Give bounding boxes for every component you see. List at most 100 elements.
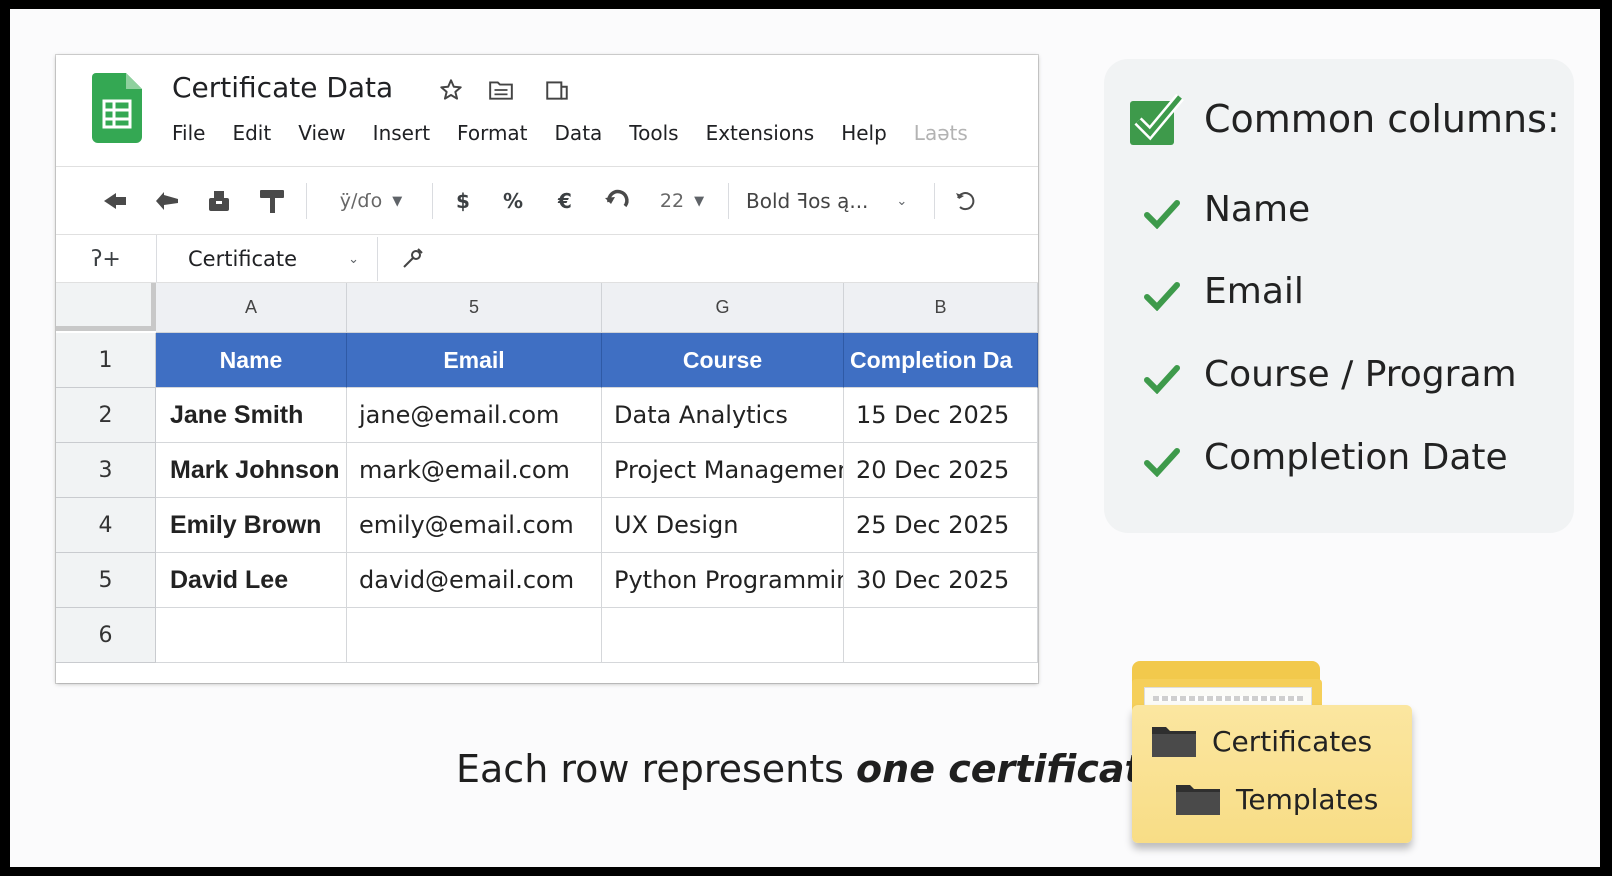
table-cell[interactable]: David Lee: [156, 553, 347, 608]
redo-icon[interactable]: [152, 167, 182, 235]
function-icon[interactable]: [400, 247, 424, 271]
chevron-down-icon: ▼: [392, 193, 403, 209]
column-item-completion-date: Completion Date: [1204, 437, 1508, 478]
folder-label: Templates: [1236, 782, 1379, 816]
table-cell[interactable]: david@email.com: [347, 553, 602, 608]
menu-edit[interactable]: Edit: [232, 121, 271, 145]
caption-emphasis: one certificate: [856, 747, 1169, 791]
name-box-value: Certificate: [188, 247, 298, 271]
table-cell[interactable]: 20 Dec 2025: [844, 443, 1038, 498]
folder-label: Certificates: [1212, 724, 1373, 758]
row-header-5[interactable]: 5: [56, 553, 156, 608]
table-cell[interactable]: 25 Dec 2025: [844, 498, 1038, 553]
table-cell[interactable]: [844, 608, 1038, 663]
euro-format-button[interactable]: €: [550, 167, 580, 235]
table-cell[interactable]: Jane Smith: [156, 388, 347, 443]
toolbar-separator: [306, 183, 307, 219]
toolbar: ÿ∕ɗo ▼ $ % € 22 ▼ Bold ꟻos ą... ⌄: [56, 167, 1038, 235]
header-cell-completion-date[interactable]: Completion Da: [844, 333, 1038, 388]
undo-icon[interactable]: [100, 167, 130, 235]
chevron-down-icon: ▼: [694, 193, 705, 209]
folder-front: Certificates Templates: [1132, 705, 1412, 843]
row-header-6[interactable]: 6: [56, 608, 156, 663]
zoom-value: ÿ∕ɗo: [339, 190, 383, 212]
toolbar-separator: [728, 183, 729, 219]
table-cell[interactable]: [347, 608, 602, 663]
caption-text: Each row represents: [456, 747, 857, 791]
menu-extensions[interactable]: Extensions: [706, 121, 815, 145]
menu-tools[interactable]: Tools: [629, 121, 678, 145]
refresh-icon[interactable]: [950, 167, 980, 235]
row-header-4[interactable]: 4: [56, 498, 156, 553]
toolbar-separator: [432, 183, 433, 219]
percent-format-button[interactable]: %: [498, 167, 528, 235]
font-style-select[interactable]: Bold ꟻos ą... ⌄: [746, 167, 926, 235]
table-cell[interactable]: mark@email.com: [347, 443, 602, 498]
folder-illustration: Certificates Templates: [1132, 661, 1422, 851]
column-item-email: Email: [1204, 271, 1304, 312]
table-cell[interactable]: Project Managemen: [602, 443, 844, 498]
table-cell[interactable]: 15 Dec 2025: [844, 388, 1038, 443]
column-header-b[interactable]: 5: [347, 283, 602, 333]
table-cell[interactable]: 30 Dec 2025: [844, 553, 1038, 608]
checkbox-checked-icon: [1130, 93, 1184, 145]
common-columns-panel: Common columns: Name Email Course / Prog…: [1104, 59, 1574, 533]
spreadsheet-window: Certificate Data File Edit View Insert F…: [56, 55, 1038, 683]
folder-item-certificates[interactable]: Certificates: [1150, 723, 1372, 759]
move-folder-icon[interactable]: [488, 77, 514, 103]
table-cell[interactable]: Mark Johnson: [156, 443, 347, 498]
slide-canvas: Certificate Data File Edit View Insert F…: [10, 9, 1600, 867]
chevron-down-icon: ⌄: [348, 251, 359, 267]
menu-file[interactable]: File: [172, 121, 205, 145]
cloud-status-icon[interactable]: [544, 77, 570, 103]
select-all-corner[interactable]: [56, 283, 156, 331]
star-icon[interactable]: [438, 77, 464, 103]
folder-icon: [1152, 727, 1196, 757]
row-header-2[interactable]: 2: [56, 388, 156, 443]
font-size-value: 22: [659, 190, 685, 212]
row-header-1[interactable]: 1: [56, 333, 156, 388]
table-cell[interactable]: Python Programming: [602, 553, 844, 608]
checkmark-icon: [1144, 282, 1180, 311]
chevron-down-icon: ⌄: [896, 193, 908, 209]
checkmark-icon: [1144, 448, 1180, 477]
currency-format-button[interactable]: $: [448, 167, 478, 235]
panel-title: Common columns:: [1204, 97, 1560, 141]
table-cell[interactable]: UX Design: [602, 498, 844, 553]
font-style-value: Bold ꟻos ą...: [746, 189, 869, 213]
folder-icon: [1176, 785, 1220, 815]
header-cell-email[interactable]: Email: [347, 333, 602, 388]
row-header-3[interactable]: 3: [56, 443, 156, 498]
rotate-icon[interactable]: [600, 167, 636, 235]
menu-last-edit[interactable]: Laəts: [914, 121, 968, 145]
folder-item-templates[interactable]: Templates: [1174, 781, 1378, 817]
caption: Each row represents one certificate: [456, 747, 1168, 791]
table-cell[interactable]: emily@email.com: [347, 498, 602, 553]
font-size-select[interactable]: 22 ▼: [652, 167, 712, 235]
column-item-course: Course / Program: [1204, 354, 1517, 395]
checkmark-icon: [1144, 200, 1180, 229]
table-cell[interactable]: [156, 608, 347, 663]
paint-format-icon[interactable]: [256, 167, 288, 235]
table-cell[interactable]: [602, 608, 844, 663]
cell-reference[interactable]: ʔ+: [56, 235, 157, 283]
menu-data[interactable]: Data: [555, 121, 603, 145]
menu-help[interactable]: Help: [841, 121, 887, 145]
menu-bar: File Edit View Insert Format Data Tools …: [172, 121, 995, 145]
document-title[interactable]: Certificate Data: [172, 71, 393, 104]
checkmark-icon: [1144, 365, 1180, 394]
header-cell-course[interactable]: Course: [602, 333, 844, 388]
menu-view[interactable]: View: [298, 121, 345, 145]
print-icon[interactable]: [204, 167, 234, 235]
column-header-a[interactable]: A: [156, 283, 347, 333]
menu-insert[interactable]: Insert: [373, 121, 430, 145]
menu-format[interactable]: Format: [457, 121, 527, 145]
name-box-select[interactable]: Certificate ⌄: [160, 237, 378, 281]
column-header-c[interactable]: G: [602, 283, 844, 333]
table-cell[interactable]: Data Analytics: [602, 388, 844, 443]
column-header-d[interactable]: B: [844, 283, 1038, 333]
header-cell-name[interactable]: Name: [156, 333, 347, 388]
table-cell[interactable]: jane@email.com: [347, 388, 602, 443]
table-cell[interactable]: Emily Brown: [156, 498, 347, 553]
zoom-select[interactable]: ÿ∕ɗo ▼: [326, 167, 416, 235]
